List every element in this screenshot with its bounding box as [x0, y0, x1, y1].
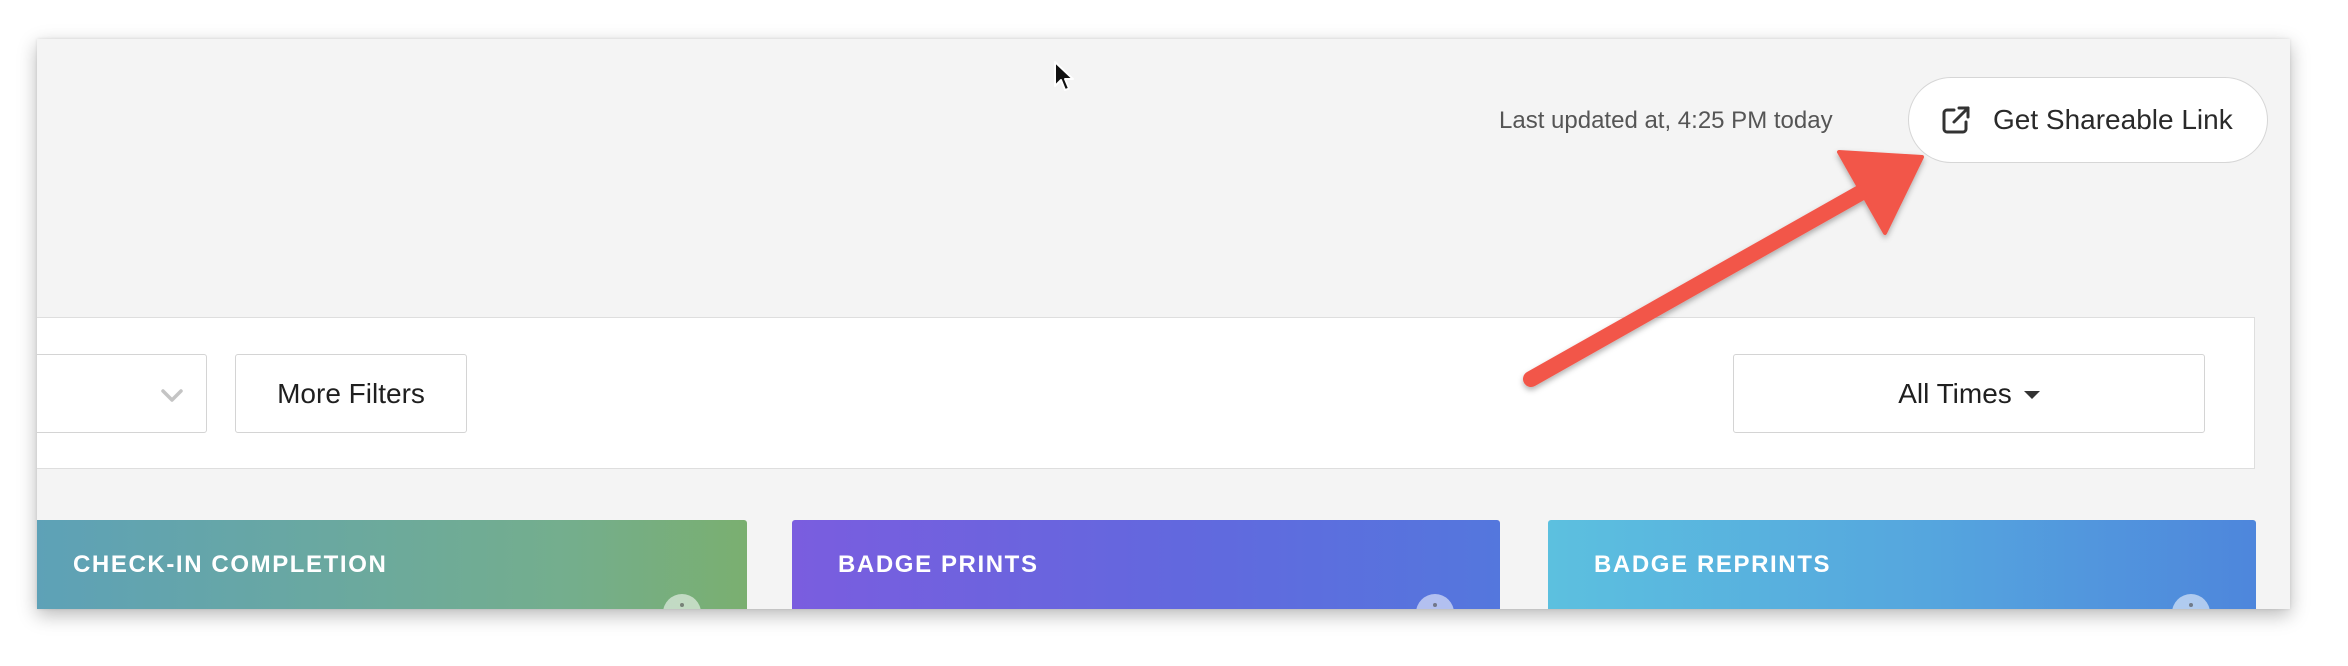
more-filters-button[interactable]: More Filters	[235, 354, 467, 433]
caret-down-icon	[2023, 391, 2040, 399]
card-title: CHECK-IN COMPLETION	[73, 551, 388, 578]
get-shareable-link-button[interactable]: Get Shareable Link	[1908, 77, 2268, 163]
check-in-completion-card: CHECK-IN COMPLETION	[37, 520, 747, 609]
card-title: BADGE REPRINTS	[1594, 551, 1832, 578]
mouse-cursor-icon	[1053, 60, 1077, 94]
card-title: BADGE PRINTS	[838, 551, 1039, 578]
chevron-down-icon	[158, 381, 186, 409]
filter-select[interactable]	[37, 354, 207, 433]
time-range-label: All Times	[1898, 377, 2012, 409]
badge-prints-card: BADGE PRINTS	[792, 520, 1500, 609]
filter-bar: More Filters All Times	[37, 317, 2255, 469]
external-link-icon	[1939, 103, 1973, 137]
badge-reprints-card: BADGE REPRINTS	[1548, 520, 2256, 609]
more-filters-label: More Filters	[277, 377, 425, 409]
info-icon[interactable]	[2172, 594, 2210, 609]
last-updated-text: Last updated at, 4:25 PM today	[1499, 107, 1833, 134]
time-range-dropdown[interactable]: All Times	[1733, 354, 2205, 433]
info-icon[interactable]	[1416, 594, 1454, 609]
info-icon[interactable]	[663, 594, 701, 609]
app-window: Last updated at, 4:25 PM today Get Share…	[37, 39, 2290, 609]
share-button-label: Get Shareable Link	[1993, 104, 2233, 135]
